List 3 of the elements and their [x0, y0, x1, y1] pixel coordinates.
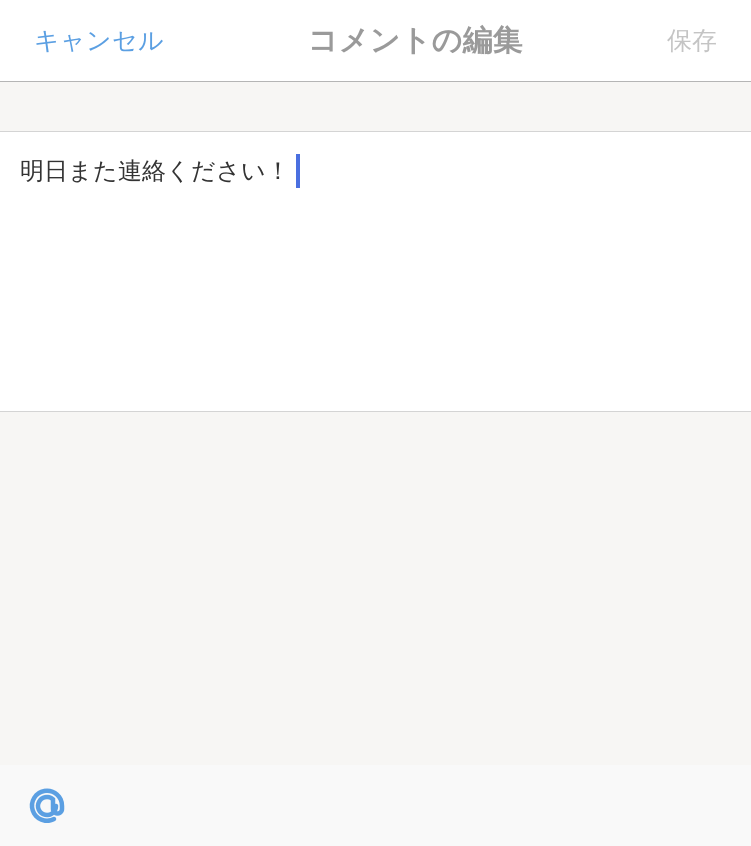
- screen-title: コメントの編集: [308, 22, 523, 60]
- cancel-button[interactable]: キャンセル: [34, 24, 164, 57]
- comment-field[interactable]: 明日また連絡ください！: [20, 154, 731, 188]
